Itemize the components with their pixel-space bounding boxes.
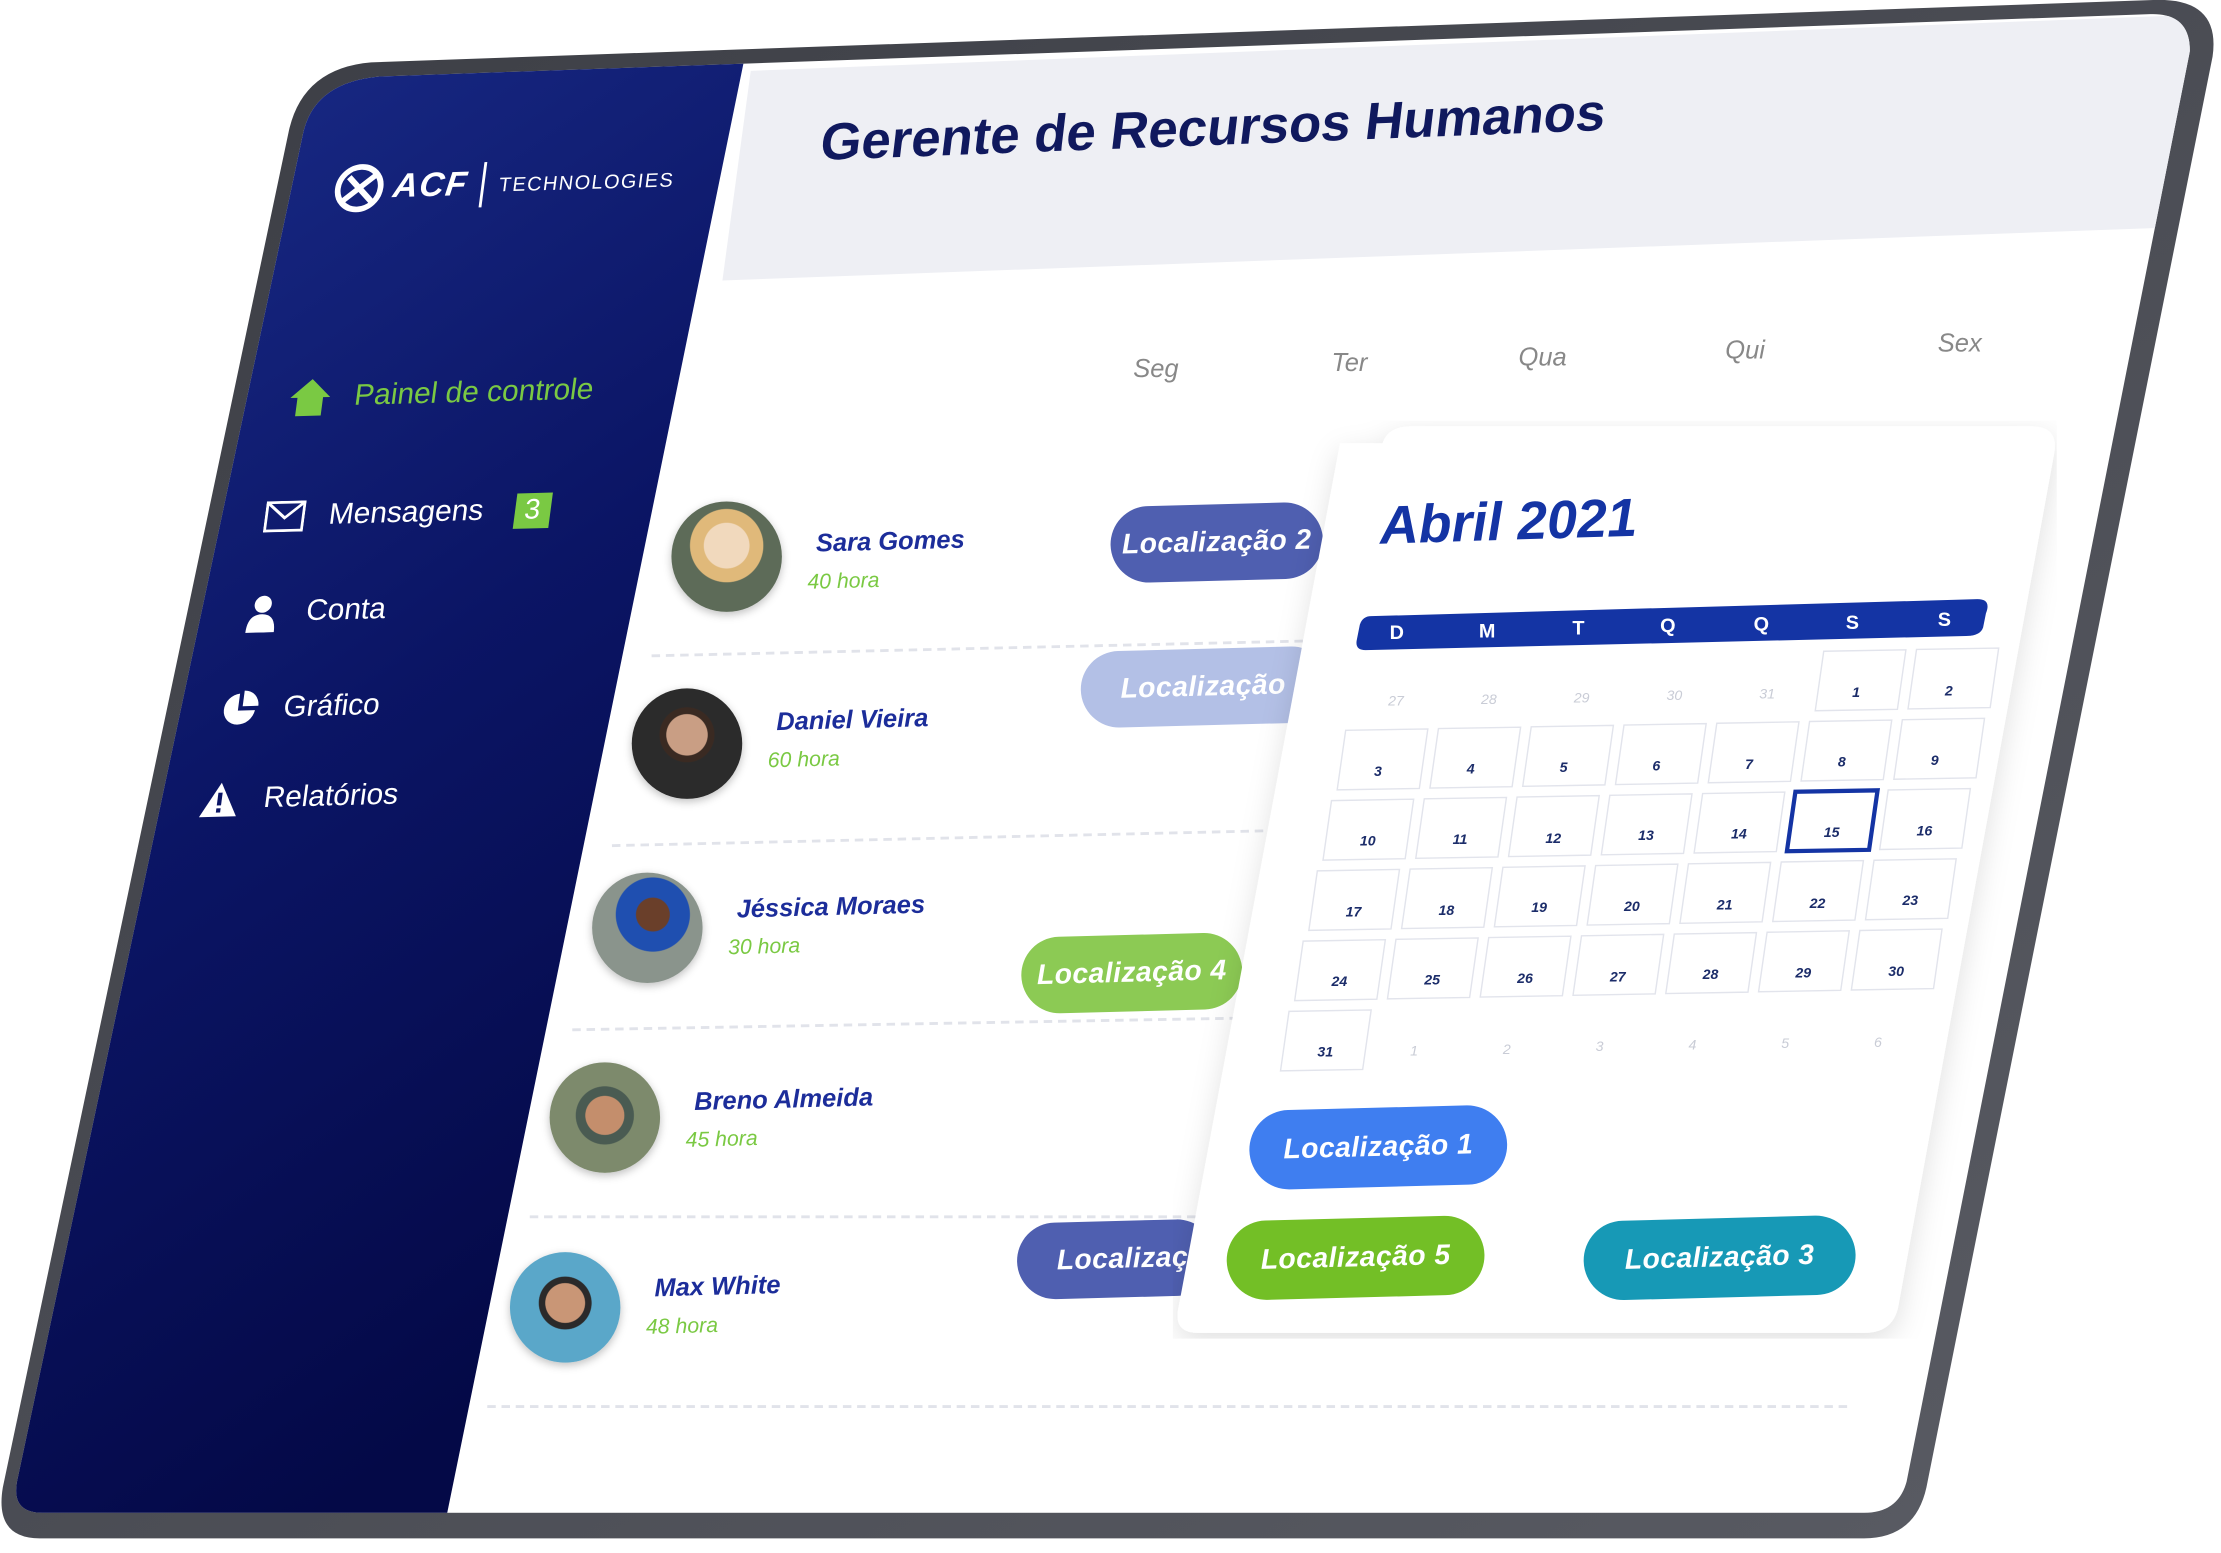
calendar-day-number: 8 xyxy=(1837,755,1846,772)
location-button-1[interactable]: Localização 1 xyxy=(1248,1104,1509,1191)
calendar-day-number: 16 xyxy=(1916,823,1933,840)
calendar-day-number: 15 xyxy=(1823,825,1840,842)
calendar-day-cell[interactable] xyxy=(1907,647,2000,710)
calendar-day-number: 17 xyxy=(1345,904,1362,921)
tablet-device: ACF TECHNOLOGIES Painel de controle Mens… xyxy=(0,0,2221,1552)
calendar-day-number: 5 xyxy=(1559,760,1568,777)
calendar-day-number: 3 xyxy=(1374,764,1382,780)
calendar-day-cell[interactable] xyxy=(1707,721,1800,784)
calendar-day-cell[interactable] xyxy=(1850,928,1943,991)
calendar-day-number: 31 xyxy=(1317,1045,1334,1061)
calendar-day-cell[interactable] xyxy=(1386,937,1479,1000)
calendar-day-number: 30 xyxy=(1888,964,1904,981)
calendar-day-cell[interactable] xyxy=(1878,787,1972,851)
calendar-day-cell[interactable] xyxy=(1586,863,1679,926)
calendar-day-cell[interactable] xyxy=(1279,1009,1372,1072)
calendar-day-cell[interactable] xyxy=(1429,726,1522,789)
calendar-day-cell[interactable] xyxy=(1614,722,1707,786)
calendar-day-cell[interactable] xyxy=(1293,938,1387,1002)
calendar-day-cell[interactable] xyxy=(1414,796,1508,860)
calendar-day-number: 2 xyxy=(1502,1041,1511,1058)
calendar-day-cell[interactable] xyxy=(1864,858,1958,921)
calendar-day-cell[interactable] xyxy=(1521,724,1615,788)
calendar-day-number: 6 xyxy=(1874,1034,1882,1051)
calendar-day-cell[interactable] xyxy=(1507,794,1601,858)
calendar-day-number: 14 xyxy=(1730,827,1747,844)
calendar-day-cell[interactable] xyxy=(1814,649,1907,712)
calendar-day-number: 1 xyxy=(1410,1043,1419,1060)
calendar-day-cell[interactable] xyxy=(1336,728,1429,791)
calendar-day-number: 1 xyxy=(1852,685,1860,701)
calendar-day-number: 31 xyxy=(1759,687,1776,703)
calendar-day-number: 29 xyxy=(1573,690,1590,707)
calendar-day-cell[interactable] xyxy=(1600,793,1693,856)
calendar-day-number: 10 xyxy=(1359,834,1376,851)
calendar-day-number: 19 xyxy=(1531,901,1547,917)
calendar-grid xyxy=(1279,647,2000,1072)
calendar-day-cell[interactable] xyxy=(1893,717,1986,780)
calendar-day-cell[interactable] xyxy=(1308,868,1401,932)
calendar-day-number: 23 xyxy=(1902,894,1919,910)
location-button-3[interactable]: Localização 3 xyxy=(1582,1214,1857,1302)
calendar-day-number: 28 xyxy=(1480,692,1497,708)
calendar-day-number: 18 xyxy=(1438,903,1455,919)
calendar-day-number: 21 xyxy=(1716,897,1733,914)
calendar-day-cell[interactable] xyxy=(1757,930,1851,993)
calendar-day-number: 22 xyxy=(1809,896,1826,912)
calendar-day-cell[interactable] xyxy=(1479,935,1572,998)
calendar-day-cell[interactable] xyxy=(1322,798,1415,861)
calendar-day-number: 4 xyxy=(1466,762,1475,779)
calendar-day-number: 28 xyxy=(1702,968,1719,984)
calendar-day-number: 7 xyxy=(1745,757,1754,773)
calendar-day-number: 24 xyxy=(1331,975,1348,991)
calendar-day-number: 27 xyxy=(1609,969,1626,986)
calendar-day-number: 5 xyxy=(1781,1036,1790,1053)
calendar-day-number: 4 xyxy=(1688,1038,1697,1054)
calendar-day-number: 27 xyxy=(1388,694,1404,710)
calendar-day-number: 6 xyxy=(1652,759,1661,775)
calendar-day-number: 20 xyxy=(1624,899,1640,916)
calendar-day-cell[interactable] xyxy=(1800,719,1893,782)
calendar-day-cell[interactable] xyxy=(1400,866,1494,930)
calendar-day-number: 26 xyxy=(1517,971,1533,988)
calendar-day-number: 3 xyxy=(1595,1040,1604,1056)
location-button-5[interactable]: Localização 5 xyxy=(1225,1214,1486,1301)
calendar-day-cell[interactable] xyxy=(1693,791,1786,854)
calendar-day-number: 2 xyxy=(1944,683,1953,700)
calendar-day-number: 25 xyxy=(1424,973,1441,989)
calendar-day-cell[interactable] xyxy=(1493,865,1586,928)
calendar-day-number: 12 xyxy=(1545,831,1562,847)
calendar-day-cell[interactable] xyxy=(1664,931,1758,995)
calendar-day-number: 9 xyxy=(1930,753,1939,770)
calendar-day-selected[interactable] xyxy=(1784,788,1881,854)
calendar-day-number: 11 xyxy=(1452,832,1468,849)
calendar-day-number: 13 xyxy=(1638,829,1654,845)
calendar-day-number: 29 xyxy=(1795,966,1812,982)
calendar-day-cell[interactable] xyxy=(1572,933,1665,997)
calendar-day-number: 30 xyxy=(1666,688,1683,705)
calendar-day-cell[interactable] xyxy=(1771,859,1865,923)
calendar-day-cell[interactable] xyxy=(1679,861,1772,924)
